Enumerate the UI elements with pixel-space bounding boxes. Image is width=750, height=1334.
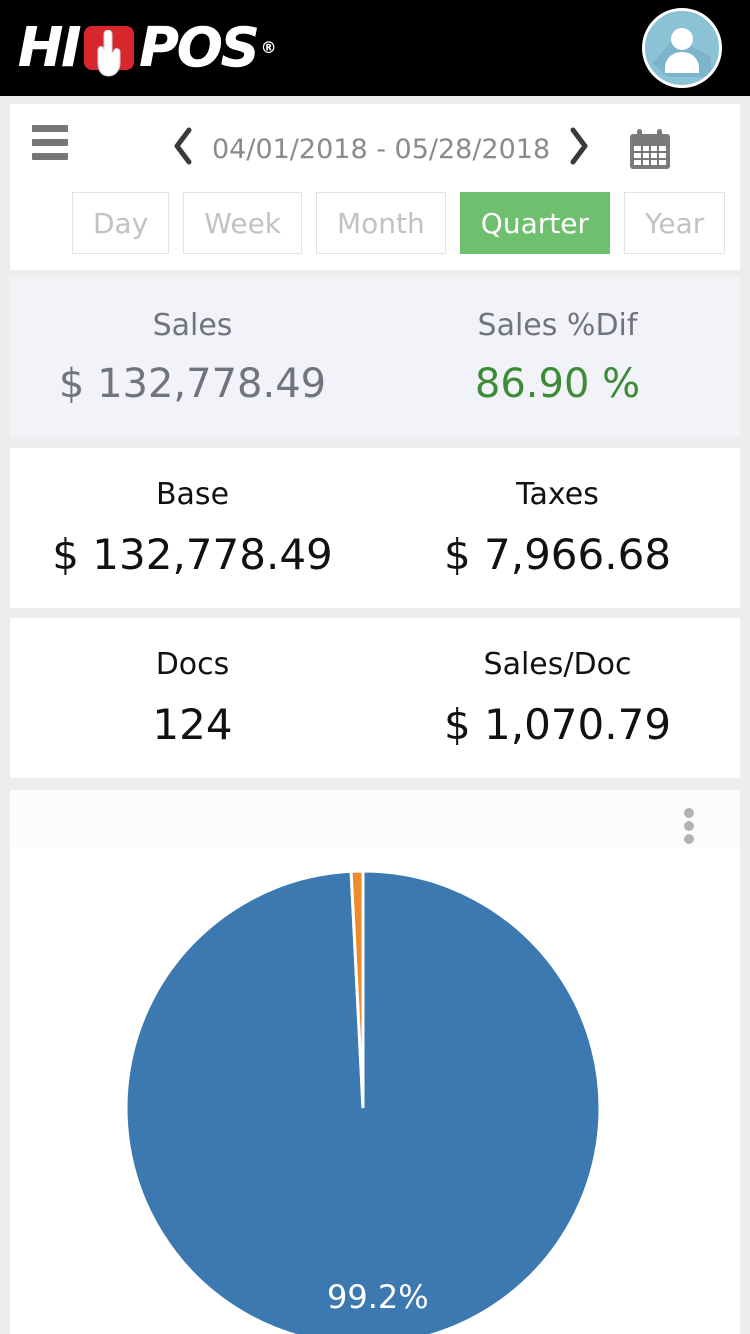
hamburger-bar [32, 138, 68, 146]
kpi-docs: Docs 124 [10, 618, 375, 778]
period-label: Day [93, 206, 149, 240]
kebab-dot [684, 834, 694, 844]
date-range-label: 04/01/2018 - 05/28/2018 [212, 133, 551, 165]
period-button-month[interactable]: Month [316, 192, 446, 254]
pie-chart: 99.2% [10, 848, 740, 1334]
hand-cursor-glyph [97, 30, 121, 77]
kpi-value: 124 [152, 700, 233, 749]
period-label: Week [204, 206, 282, 240]
kpi-value: $ 132,778.49 [58, 360, 327, 407]
chart-card-header [10, 790, 740, 848]
chevron-left-glyph [174, 127, 192, 165]
chevron-right-glyph [570, 127, 588, 165]
kpi-value: $ 132,778.49 [52, 530, 333, 579]
kpi-value: 86.90 % [474, 360, 641, 407]
pie-chart-card: 99.2% [10, 790, 740, 1334]
app-header: HI POS ® [0, 0, 750, 96]
avatar-glyph [645, 11, 719, 85]
kpi-label: Base [155, 477, 230, 512]
kpi-sales: Sales $ 132,778.49 [10, 277, 375, 437]
kpi-label: Sales %Dif [477, 307, 638, 343]
kpi-label: Sales [152, 307, 233, 343]
user-avatar-icon[interactable] [642, 8, 722, 88]
kebab-menu-icon[interactable] [676, 806, 702, 846]
pie-slice-label: 99.2% [327, 1278, 429, 1316]
date-range-navigator: 04/01/2018 - 05/28/2018 [160, 124, 672, 174]
period-label: Year [644, 206, 705, 240]
kpi-sales-pct-dif: Sales %Dif 86.90 % [375, 277, 740, 437]
kpi-base: Base $ 132,778.49 [10, 448, 375, 608]
kpi-card-docs: Docs 124 Sales/Doc $ 1,070.79 [10, 618, 740, 778]
kpi-card-sales: Sales $ 132,778.49 Sales %Dif 86.90 % [10, 277, 740, 437]
calendar-icon[interactable] [628, 128, 672, 170]
hamburger-menu-icon[interactable] [28, 120, 72, 164]
period-selector: Day Week Month Quarter Year [72, 192, 726, 254]
period-button-quarter[interactable]: Quarter [459, 192, 610, 254]
period-label: Quarter [480, 206, 589, 240]
kpi-label: Docs [155, 647, 230, 682]
kpi-taxes: Taxes $ 7,966.68 [375, 448, 740, 608]
hand-cursor-icon [84, 26, 135, 77]
logo-text: HI POS ® [18, 16, 277, 79]
logo-registered-mark: ® [260, 38, 277, 57]
kpi-card-base-taxes: Base $ 132,778.49 Taxes $ 7,966.68 [10, 448, 740, 608]
logo-pos-text: POS [139, 16, 260, 79]
period-button-day[interactable]: Day [72, 192, 170, 254]
pie-chart-svg[interactable] [10, 848, 740, 1334]
period-button-week[interactable]: Week [183, 192, 303, 254]
calendar-glyph [630, 129, 671, 169]
dashboard-screen: HI POS ® 04/01/2018 - 05/28/2018 Day Wee… [0, 0, 750, 1334]
kebab-dot [684, 821, 694, 831]
chevron-right-icon[interactable] [556, 126, 602, 172]
hamburger-bar [32, 152, 68, 160]
chevron-left-icon[interactable] [160, 126, 206, 172]
period-label: Month [337, 206, 425, 240]
kebab-dot [684, 808, 694, 818]
filter-panel: 04/01/2018 - 05/28/2018 Day Week Month Q… [10, 104, 740, 270]
app-logo[interactable]: HI POS ® [18, 16, 277, 79]
period-button-year[interactable]: Year [623, 192, 726, 254]
kpi-value: $ 7,966.68 [443, 530, 672, 579]
hamburger-bar [32, 124, 68, 132]
logo-hi-text: HI [18, 16, 82, 79]
kpi-label: Taxes [516, 477, 599, 512]
kpi-label: Sales/Doc [483, 647, 632, 682]
kpi-sales-per-doc: Sales/Doc $ 1,070.79 [375, 618, 740, 778]
kpi-value: $ 1,070.79 [443, 700, 672, 749]
